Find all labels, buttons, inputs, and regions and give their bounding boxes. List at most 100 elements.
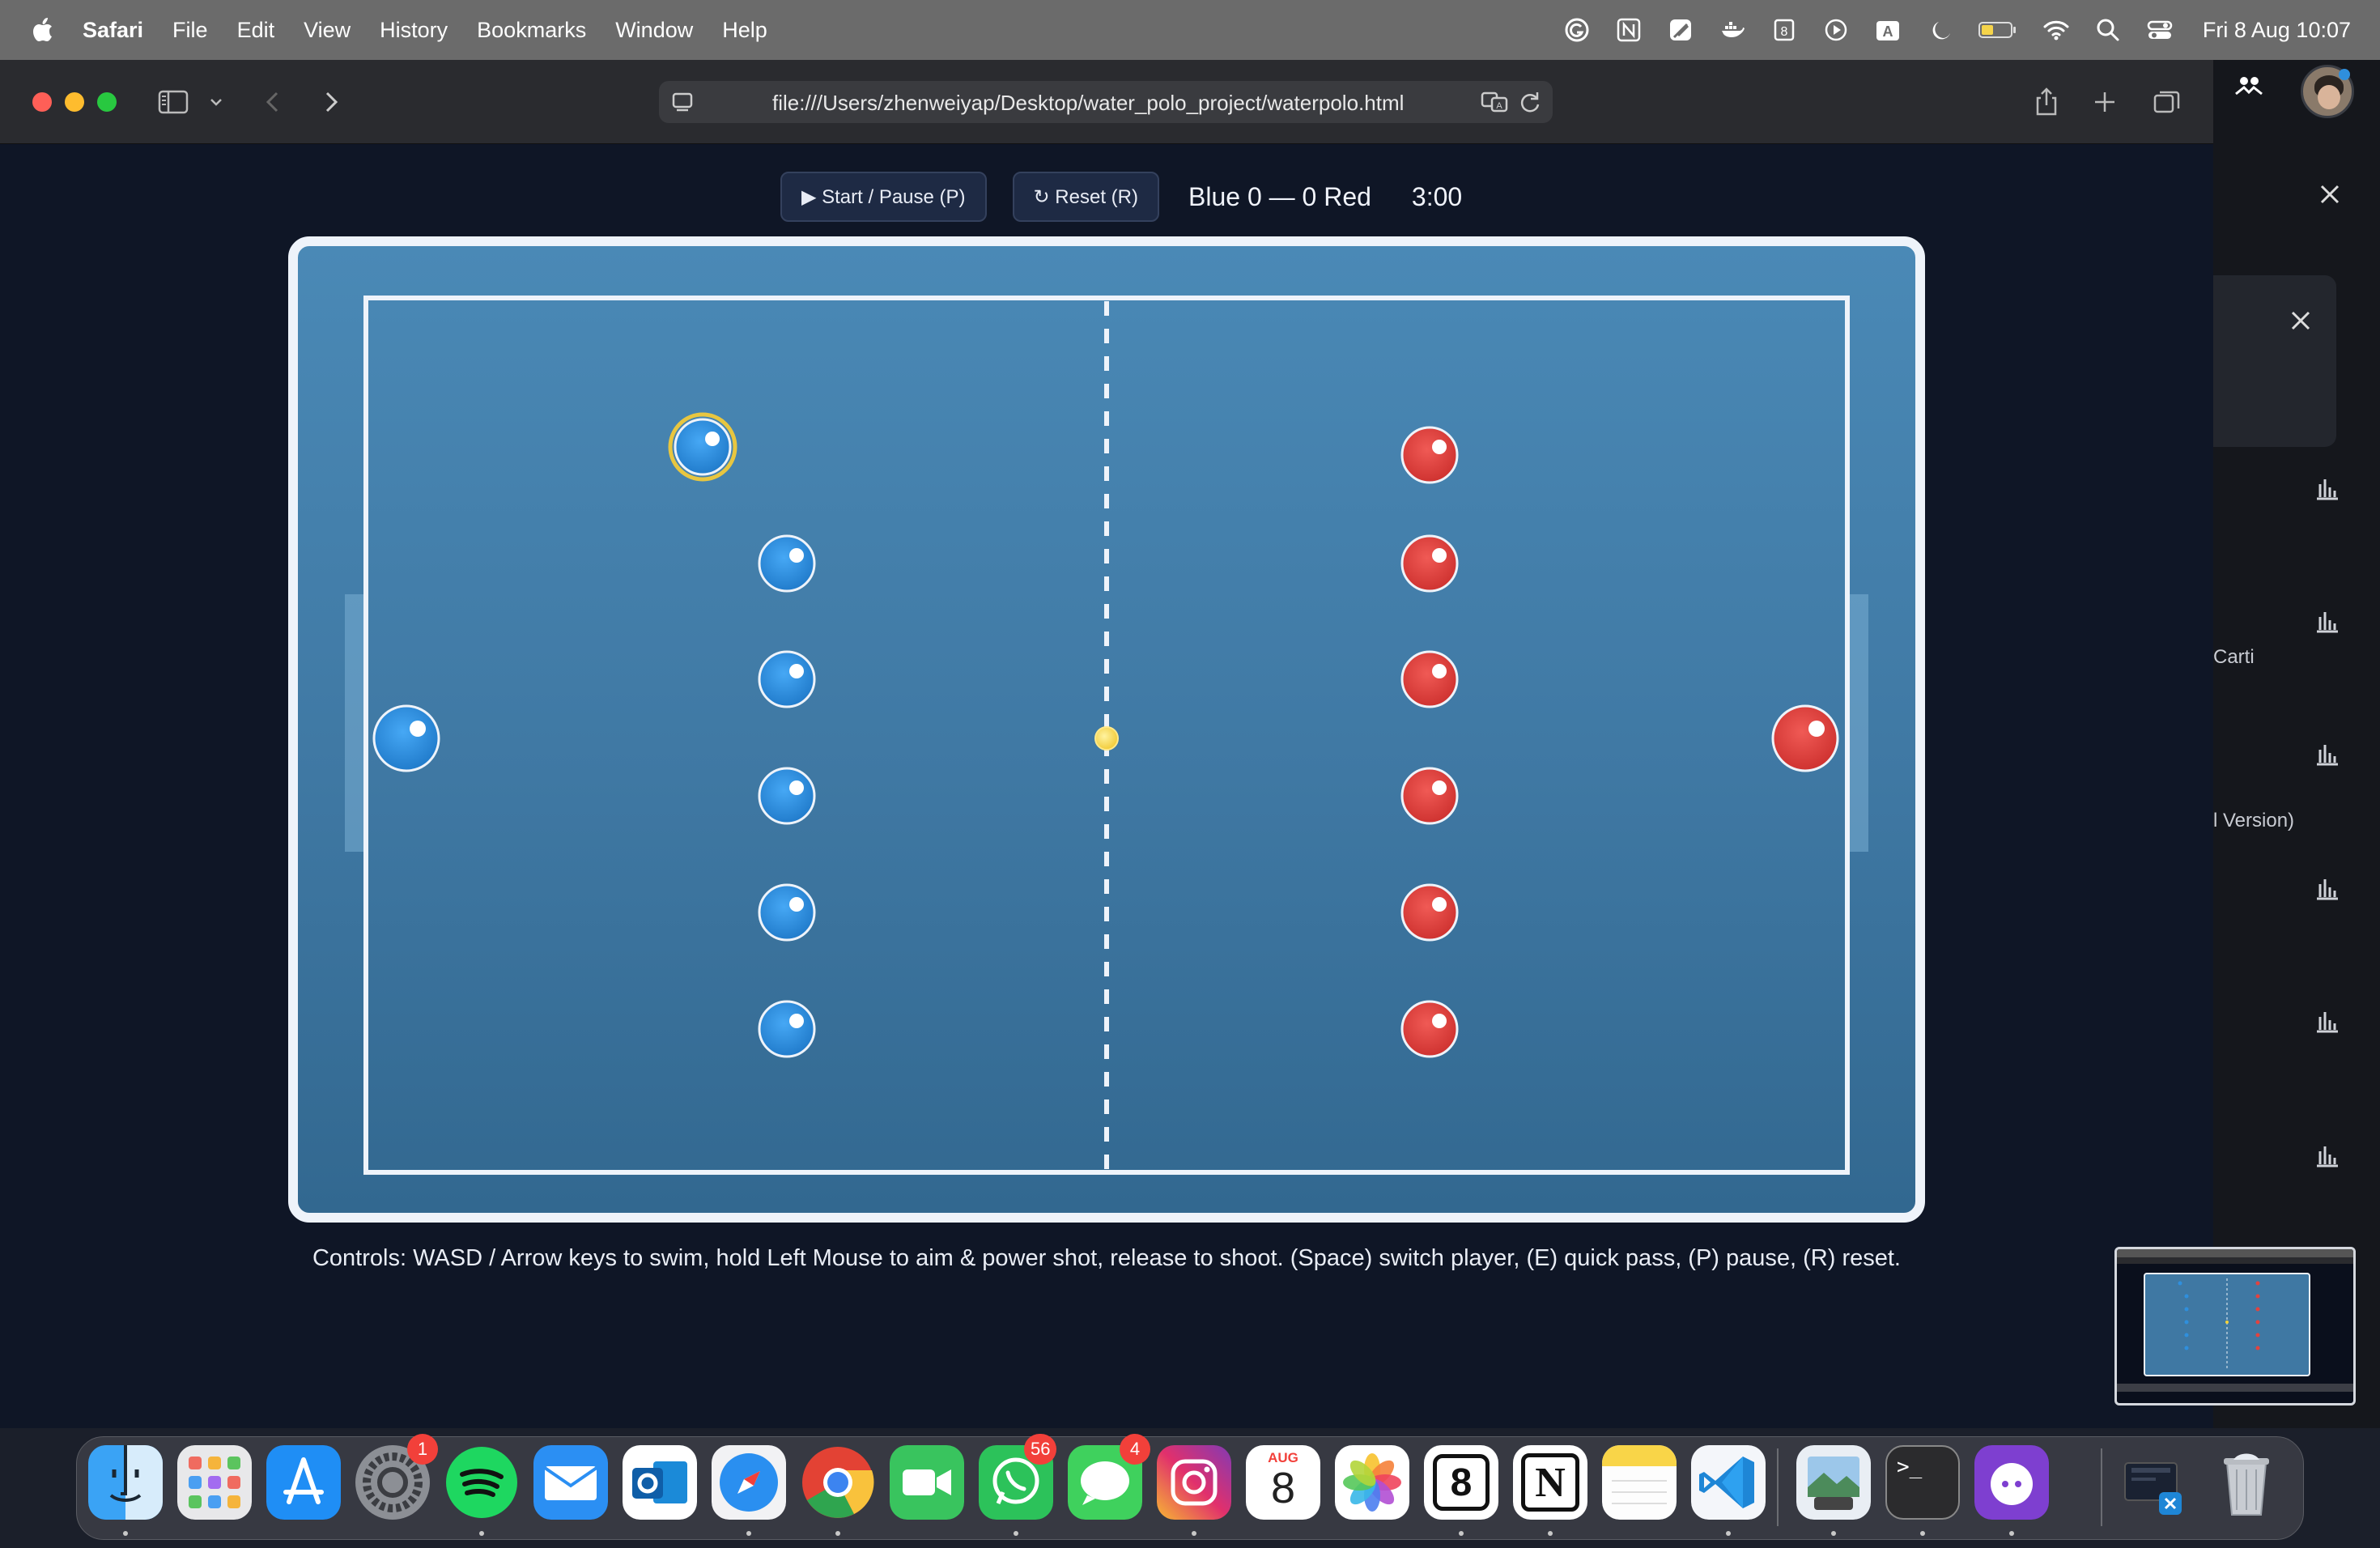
menu-view[interactable]: View bbox=[304, 18, 351, 43]
menu-bookmarks[interactable]: Bookmarks bbox=[477, 18, 586, 43]
calendar-icon[interactable]: AUG 8 bbox=[1246, 1445, 1320, 1520]
play-icon[interactable] bbox=[1822, 16, 1850, 44]
finder-icon[interactable] bbox=[88, 1445, 163, 1520]
minimize-window-button[interactable] bbox=[65, 92, 84, 112]
feather-icon[interactable] bbox=[1667, 16, 1694, 44]
back-icon[interactable] bbox=[256, 84, 291, 120]
apple-logo-icon[interactable] bbox=[32, 17, 53, 43]
facetime-icon[interactable] bbox=[890, 1445, 964, 1520]
red-player[interactable] bbox=[1400, 534, 1459, 593]
blue-player[interactable] bbox=[758, 534, 816, 593]
photos-icon[interactable] bbox=[1335, 1445, 1409, 1520]
svg-text:A: A bbox=[1496, 101, 1502, 111]
terminal-prompt: >_ bbox=[1897, 1455, 1923, 1479]
page-settings-icon[interactable] bbox=[669, 87, 698, 117]
game-page: ▶ Start / Pause (P) ↻ Reset (R) Blue 0 —… bbox=[0, 144, 2213, 1428]
game-controls-row: ▶ Start / Pause (P) ↻ Reset (R) Blue 0 —… bbox=[780, 172, 1462, 222]
svg-text:A: A bbox=[1882, 23, 1893, 40]
dock: 1 56 4 AUG 8 8 N >_ bbox=[76, 1434, 2304, 1540]
reset-button[interactable]: ↻ Reset (R) bbox=[1012, 172, 1159, 222]
notion-icon[interactable] bbox=[1615, 16, 1643, 44]
blue-player[interactable] bbox=[758, 767, 816, 825]
bar-chart-icon[interactable] bbox=[2314, 740, 2341, 768]
tab-overview-icon[interactable] bbox=[2148, 84, 2184, 120]
vscode-icon[interactable] bbox=[1691, 1445, 1766, 1520]
mail-icon[interactable] bbox=[533, 1445, 608, 1520]
chevron-down-icon[interactable] bbox=[204, 84, 228, 120]
start-pause-button[interactable]: ▶ Start / Pause (P) bbox=[780, 172, 987, 222]
notes-icon[interactable] bbox=[1602, 1445, 1677, 1520]
bar-chart-icon[interactable] bbox=[2314, 607, 2341, 635]
close-icon[interactable] bbox=[2314, 178, 2346, 211]
share-icon[interactable] bbox=[2029, 84, 2064, 120]
red-player[interactable] bbox=[1400, 883, 1459, 942]
safari-icon[interactable] bbox=[712, 1445, 786, 1520]
red-player[interactable] bbox=[1400, 767, 1459, 825]
spotify-icon[interactable] bbox=[444, 1445, 519, 1520]
eight-icon[interactable]: 8 bbox=[1770, 16, 1798, 44]
close-window-button[interactable] bbox=[32, 92, 52, 112]
instagram-icon[interactable] bbox=[1157, 1445, 1231, 1520]
blue-player[interactable] bbox=[758, 1000, 816, 1058]
new-tab-icon[interactable] bbox=[2087, 84, 2123, 120]
blue-player[interactable] bbox=[758, 883, 816, 942]
eight-app-icon[interactable]: 8 bbox=[1424, 1445, 1498, 1520]
terminal-icon[interactable]: >_ bbox=[1885, 1445, 1960, 1520]
launchpad-icon[interactable] bbox=[177, 1445, 252, 1520]
thumbnail-preview bbox=[2117, 1249, 2353, 1392]
bar-chart-icon[interactable] bbox=[2314, 474, 2341, 502]
translate-icon[interactable]: A bbox=[1480, 87, 1509, 117]
right-goal bbox=[1847, 594, 1868, 852]
moon-icon[interactable] bbox=[1926, 16, 1953, 44]
menu-history[interactable]: History bbox=[380, 18, 448, 43]
downloads-stack-icon[interactable] bbox=[2120, 1445, 2195, 1520]
forward-icon[interactable] bbox=[312, 84, 348, 120]
red-player[interactable] bbox=[1400, 1000, 1459, 1058]
notion-app-icon[interactable]: N bbox=[1513, 1445, 1587, 1520]
red-player[interactable] bbox=[1400, 650, 1459, 708]
chrome-icon[interactable] bbox=[801, 1445, 875, 1520]
zoom-window-button[interactable] bbox=[97, 92, 117, 112]
menu-clock[interactable]: Fri 8 Aug 10:07 bbox=[2203, 18, 2351, 43]
calendar-day: 8 bbox=[1270, 1464, 1296, 1512]
control-center-icon[interactable] bbox=[2146, 16, 2174, 44]
battery-icon[interactable] bbox=[1978, 16, 2018, 44]
url-text[interactable]: file:///Users/zhenweiyap/Desktop/water_p… bbox=[772, 91, 1404, 116]
blue-player[interactable] bbox=[758, 650, 816, 708]
grammarly-icon[interactable] bbox=[1563, 16, 1591, 44]
close-icon[interactable] bbox=[2284, 304, 2317, 337]
blue-player-selected[interactable] bbox=[668, 412, 737, 482]
window-thumbnail[interactable] bbox=[2114, 1247, 2356, 1406]
game-canvas[interactable] bbox=[288, 236, 1925, 1223]
side-panel-snippet: Carti bbox=[2213, 646, 2255, 668]
sidebar-toggle-icon[interactable] bbox=[155, 84, 191, 120]
people-icon[interactable] bbox=[2233, 71, 2265, 104]
bar-chart-icon[interactable] bbox=[2314, 1142, 2341, 1169]
address-bar[interactable]: file:///Users/zhenweiyap/Desktop/water_p… bbox=[659, 81, 1553, 123]
bar-chart-icon[interactable] bbox=[2314, 874, 2341, 902]
notification-badge: 56 bbox=[1024, 1434, 1057, 1465]
ball bbox=[1094, 726, 1119, 751]
menu-edit[interactable]: Edit bbox=[237, 18, 275, 43]
blue-goalkeeper[interactable] bbox=[372, 704, 440, 772]
search-icon[interactable] bbox=[2094, 16, 2122, 44]
github-desktop-icon[interactable] bbox=[1974, 1445, 2049, 1520]
bar-chart-icon[interactable] bbox=[2314, 1007, 2341, 1035]
menu-bar: Safari File Edit View History Bookmarks … bbox=[0, 0, 2380, 60]
notion-app-label: N bbox=[1521, 1453, 1579, 1512]
red-player[interactable] bbox=[1400, 426, 1459, 484]
keyboard-input-icon[interactable]: A bbox=[1874, 16, 1902, 44]
reload-icon[interactable] bbox=[1515, 87, 1545, 117]
wifi-icon[interactable] bbox=[2042, 16, 2070, 44]
red-goalkeeper[interactable] bbox=[1771, 704, 1839, 772]
menu-app-name[interactable]: Safari bbox=[83, 18, 143, 43]
preview-icon[interactable] bbox=[1796, 1445, 1871, 1520]
docker-icon[interactable] bbox=[1719, 16, 1746, 44]
avatar[interactable] bbox=[2301, 65, 2354, 118]
menu-help[interactable]: Help bbox=[722, 18, 767, 43]
outlook-icon[interactable] bbox=[623, 1445, 697, 1520]
trash-icon[interactable] bbox=[2209, 1445, 2284, 1520]
app-store-icon[interactable] bbox=[266, 1445, 341, 1520]
menu-window[interactable]: Window bbox=[615, 18, 693, 43]
menu-file[interactable]: File bbox=[172, 18, 208, 43]
